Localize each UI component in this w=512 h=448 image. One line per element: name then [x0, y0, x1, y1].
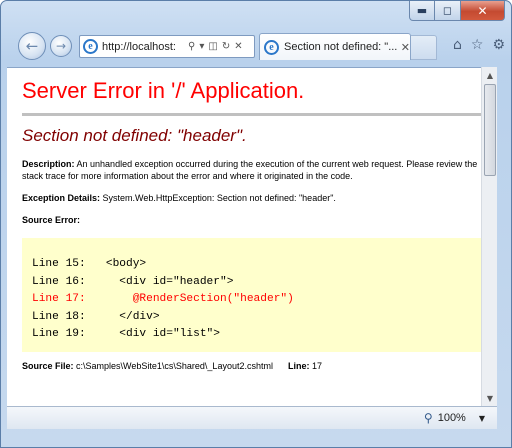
- command-icons: ⌂ ☆ ⚙: [453, 37, 505, 53]
- status-bar: ⚲ 100% ▼: [7, 406, 497, 429]
- description-label: Description:: [22, 159, 75, 169]
- page-viewport: Server Error in '/' Application. Section…: [7, 67, 497, 406]
- exception-label: Exception Details:: [22, 193, 101, 203]
- code-line: Line 16: <div id="header">: [32, 275, 234, 288]
- zoom-magnifier-icon: ⚲: [423, 411, 433, 425]
- ie-page-icon: e: [83, 39, 98, 54]
- back-button[interactable]: ←: [18, 32, 46, 60]
- compat-view-icon[interactable]: ◫: [208, 41, 217, 52]
- search-icon[interactable]: ⚲: [188, 41, 195, 52]
- source-error-paragraph: Source Error:: [22, 214, 487, 226]
- caption-buttons: ▬ ◻ ✕: [409, 1, 505, 23]
- code-line: Line 18: </div>: [32, 310, 160, 323]
- new-tab-button[interactable]: [411, 35, 437, 60]
- minimize-button[interactable]: ▬: [409, 1, 435, 21]
- stop-icon[interactable]: ✕: [234, 41, 242, 52]
- refresh-icon[interactable]: ↻: [222, 41, 230, 52]
- source-file-label: Source File:: [22, 360, 74, 371]
- description-text: An unhandled exception occurred during t…: [22, 159, 478, 181]
- tab-title: Section not defined: "...: [284, 41, 397, 53]
- close-button[interactable]: ✕: [461, 1, 505, 21]
- dropdown-icon[interactable]: ▾: [199, 41, 204, 52]
- heading-divider: [22, 113, 490, 116]
- code-line-error: Line 17: @RenderSection("header"): [32, 293, 294, 305]
- tab-close-icon[interactable]: ✕: [401, 41, 410, 54]
- forward-button[interactable]: →: [50, 35, 72, 57]
- error-title: Section not defined: "header".: [22, 126, 247, 145]
- exception-text: System.Web.HttpException: Section not de…: [102, 193, 336, 203]
- favorites-star-icon[interactable]: ☆: [471, 37, 484, 53]
- ie-tab-icon: e: [264, 39, 279, 55]
- vertical-scrollbar[interactable]: ▲ ▼: [481, 67, 497, 406]
- line-label: Line:: [287, 360, 310, 371]
- code-line: Line 15: <body>: [32, 258, 147, 270]
- address-text[interactable]: http://localhost:: [102, 41, 184, 53]
- line-number: 17: [312, 360, 323, 371]
- maximize-button[interactable]: ◻: [435, 1, 461, 21]
- home-icon[interactable]: ⌂: [453, 37, 462, 53]
- exception-paragraph: Exception Details: System.Web.HttpExcept…: [22, 192, 487, 204]
- scroll-up-arrow-icon[interactable]: ▲: [482, 67, 498, 83]
- scroll-down-arrow-icon[interactable]: ▼: [482, 390, 498, 406]
- browser-window: ▬ ◻ ✕ ← → e http://localhost: ⚲ ▾ ◫ ↻ ✕ …: [0, 0, 512, 448]
- zoom-control[interactable]: ⚲ 100% ▼: [424, 411, 485, 425]
- address-bar[interactable]: e http://localhost: ⚲ ▾ ◫ ↻ ✕: [79, 35, 255, 58]
- code-line: Line 19: <div id="list">: [32, 328, 220, 340]
- source-code-block: Line 15: <body> Line 16: <div id="header…: [22, 238, 487, 352]
- source-file-info: Source File: c:\Samples\WebSite1\cs\Shar…: [22, 361, 487, 371]
- browser-toolbar: ← → e http://localhost: ⚲ ▾ ◫ ↻ ✕ e Sect…: [1, 27, 511, 67]
- tools-gear-icon[interactable]: ⚙: [492, 37, 505, 53]
- source-file-path: c:\Samples\WebSite1\cs\Shared\_Layout2.c…: [76, 360, 273, 371]
- scroll-thumb[interactable]: [484, 84, 496, 176]
- zoom-level: 100%: [437, 412, 466, 424]
- error-page: Server Error in '/' Application. Section…: [7, 78, 497, 371]
- tab-current[interactable]: e Section not defined: "... ✕: [259, 33, 411, 60]
- zoom-dropdown-icon[interactable]: ▼: [479, 414, 485, 423]
- page-heading: Server Error in '/' Application.: [22, 78, 305, 103]
- description-paragraph: Description: An unhandled exception occu…: [22, 158, 487, 182]
- source-error-label: Source Error:: [22, 215, 81, 225]
